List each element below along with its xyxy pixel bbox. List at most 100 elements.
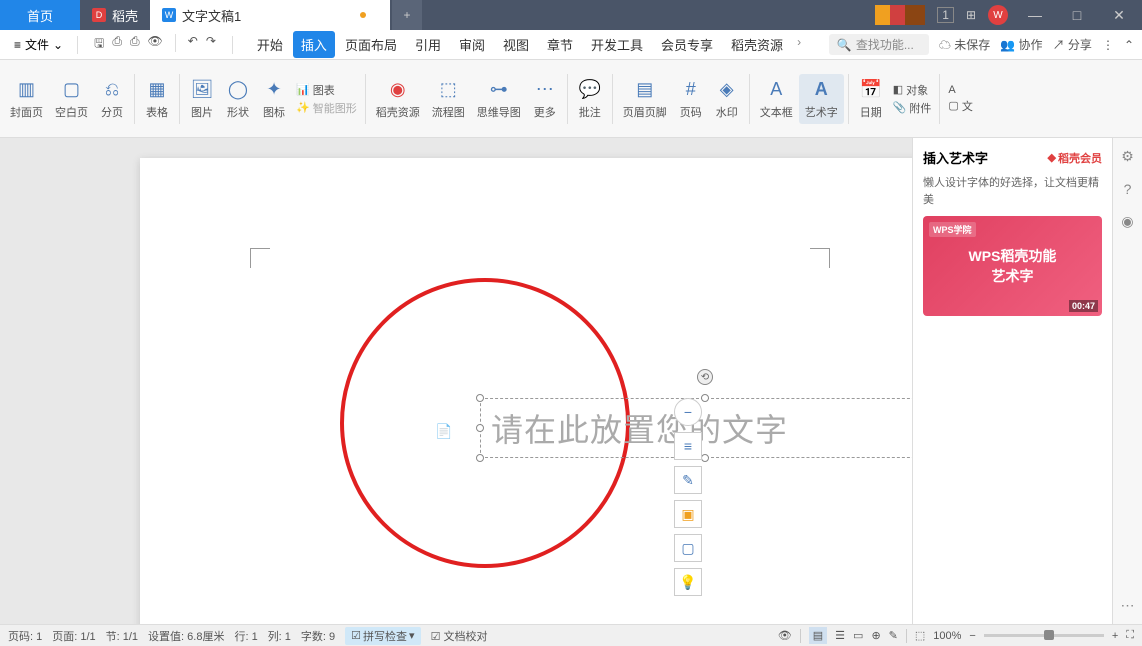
help-sidebar-icon[interactable]: ? (1124, 181, 1132, 197)
tab-insert[interactable]: 插入 (293, 31, 335, 58)
support-sidebar-icon[interactable]: ◉ (1121, 213, 1133, 230)
idea-tool[interactable]: 💡 (674, 568, 702, 596)
zoom-in-button[interactable]: + (1112, 630, 1118, 642)
resize-handle-w[interactable] (476, 424, 484, 432)
member-badge[interactable]: ◆稻壳会员 (1048, 150, 1102, 166)
attachment-button[interactable]: 📎附件 (893, 100, 932, 116)
table-button[interactable]: ▦表格 (139, 74, 175, 124)
status-word-count[interactable]: 字数: 9 (301, 628, 335, 644)
docer-resource-button[interactable]: ◉稻壳资源 (370, 74, 426, 124)
wordart-placeholder-text[interactable]: 请在此放置您的文字 (491, 405, 788, 451)
tab-devtools[interactable]: 开发工具 (583, 31, 651, 58)
undo-icon[interactable]: ↶ (188, 34, 198, 55)
close-button[interactable]: ✕ (1104, 7, 1134, 24)
tab-document[interactable]: W 文字文稿1 (150, 0, 390, 30)
save-as-icon[interactable]: ⎙ (112, 34, 122, 55)
zoom-level[interactable]: 100% (933, 630, 961, 642)
user-avatar[interactable]: W (988, 5, 1008, 25)
tab-docer-res[interactable]: 稻壳资源 (723, 31, 791, 58)
status-section[interactable]: 节: 1/1 (106, 628, 138, 644)
window-number[interactable]: 1 (937, 7, 954, 23)
books-icon[interactable] (875, 5, 925, 25)
search-box[interactable]: 🔍 查找功能... (829, 34, 929, 55)
blank-page-button[interactable]: ▢空白页 (49, 74, 94, 124)
tabs-more-icon[interactable]: › (793, 31, 805, 58)
more-sidebar-icon[interactable]: ⋯ (1121, 597, 1135, 614)
icon-button[interactable]: ✦图标 (256, 74, 292, 124)
resize-handle-n[interactable] (701, 394, 709, 402)
maximize-button[interactable]: □ (1062, 7, 1092, 23)
tab-add-button[interactable]: + (392, 0, 422, 30)
document-area[interactable]: 📄 ⟲ 请在此放置您的文字 − ≡ ✎ ▣ ▢ 💡 (0, 138, 912, 624)
view-edit-icon[interactable]: ✎ (889, 629, 898, 642)
tab-docer[interactable]: D 稻壳 (80, 0, 150, 30)
comment-button[interactable]: 💬批注 (572, 74, 608, 124)
watermark-button[interactable]: ◈水印 (709, 74, 745, 124)
cover-page-button[interactable]: ▥封面页 (4, 74, 49, 124)
layout-tool[interactable]: ≡ (674, 432, 702, 460)
textbox-button[interactable]: A文本框 (754, 74, 799, 124)
status-position[interactable]: 设置值: 6.8厘米 (148, 628, 224, 644)
collapse-ribbon-icon[interactable]: ⌃ (1124, 38, 1134, 52)
preview-icon[interactable]: 👁 (148, 34, 163, 55)
doc-parts-button[interactable]: ▢文 (948, 98, 972, 114)
share-button[interactable]: ↗ 分享 (1053, 36, 1092, 53)
file-menu[interactable]: ≡ 文件 ⌄ (8, 34, 69, 55)
chart-button[interactable]: 📊图表 (296, 82, 357, 98)
spell-check-button[interactable]: ☑拼写检查 ▾ (345, 627, 420, 645)
flowchart-button[interactable]: ⬚流程图 (426, 74, 471, 124)
header-footer-button[interactable]: ▤页眉页脚 (617, 74, 673, 124)
proofread-button[interactable]: ☑ 文档校对 (431, 628, 488, 644)
minimize-button[interactable]: — (1020, 7, 1050, 23)
more-menu-icon[interactable]: ⋮ (1102, 38, 1114, 52)
tab-review[interactable]: 审阅 (451, 31, 493, 58)
tab-member[interactable]: 会员专享 (653, 31, 721, 58)
page-break-button[interactable]: ⎌分页 (94, 74, 130, 124)
object-button[interactable]: ◧对象 (893, 82, 932, 98)
fullscreen-icon[interactable]: ⛶ (1126, 629, 1134, 642)
date-button[interactable]: 📅日期 (853, 74, 889, 124)
status-page[interactable]: 页面: 1/1 (52, 628, 95, 644)
view-web-icon[interactable]: ⊕ (871, 629, 880, 642)
wordart-button[interactable]: A艺术字 (799, 74, 844, 124)
picture-button[interactable]: 🖼图片 (184, 74, 220, 124)
save-icon[interactable]: 🖫 (94, 34, 104, 55)
view-outline-icon[interactable]: ☰ (835, 629, 845, 642)
status-row[interactable]: 行: 1 (234, 628, 257, 644)
rotate-handle[interactable]: ⟲ (697, 369, 713, 385)
resize-handle-nw[interactable] (476, 394, 484, 402)
pen-tool[interactable]: ✎ (674, 466, 702, 494)
tab-section[interactable]: 章节 (539, 31, 581, 58)
mindmap-button[interactable]: ⊶思维导图 (471, 74, 527, 124)
tab-start[interactable]: 开始 (249, 31, 291, 58)
resize-handle-sw[interactable] (476, 454, 484, 462)
tab-view[interactable]: 视图 (495, 31, 537, 58)
unsaved-status[interactable]: ☁ 未保存 (939, 36, 990, 53)
zoom-out-button[interactable]: − (969, 630, 975, 642)
settings-sidebar-icon[interactable]: ⚙ (1121, 148, 1134, 165)
tutorial-banner[interactable]: WPS学院 WPS稻壳功能 艺术字 00:47 (923, 216, 1102, 316)
coop-button[interactable]: 👥 协作 (1000, 36, 1042, 53)
grid-icon[interactable]: ⊞ (966, 8, 976, 22)
zoom-out-tool[interactable]: − (674, 398, 702, 426)
view-read-icon[interactable]: ▭ (853, 629, 863, 642)
eye-mode-icon[interactable]: 👁 (778, 629, 792, 642)
view-page-icon[interactable]: ▤ (809, 627, 827, 644)
zoom-slider[interactable] (984, 634, 1104, 637)
status-page-code[interactable]: 页码: 1 (8, 628, 42, 644)
tab-layout[interactable]: 页面布局 (337, 31, 405, 58)
more-button[interactable]: ⋯更多 (527, 74, 563, 124)
tab-home[interactable]: 首页 (0, 0, 80, 30)
resize-handle-s[interactable] (701, 454, 709, 462)
highlight-tool[interactable]: ▣ (674, 500, 702, 528)
page-number-button[interactable]: #页码 (673, 74, 709, 124)
frame-tool[interactable]: ▢ (674, 534, 702, 562)
smart-graphic-button[interactable]: ✨智能图形 (296, 100, 357, 116)
redo-icon[interactable]: ↷ (206, 34, 216, 55)
tab-references[interactable]: 引用 (407, 31, 449, 58)
print-icon[interactable]: ⎙ (130, 34, 140, 55)
fit-width-icon[interactable]: ⬚ (915, 629, 925, 642)
shape-button[interactable]: ◯形状 (220, 74, 256, 124)
status-col[interactable]: 列: 1 (268, 628, 291, 644)
first-line-button[interactable]: A (948, 84, 972, 96)
